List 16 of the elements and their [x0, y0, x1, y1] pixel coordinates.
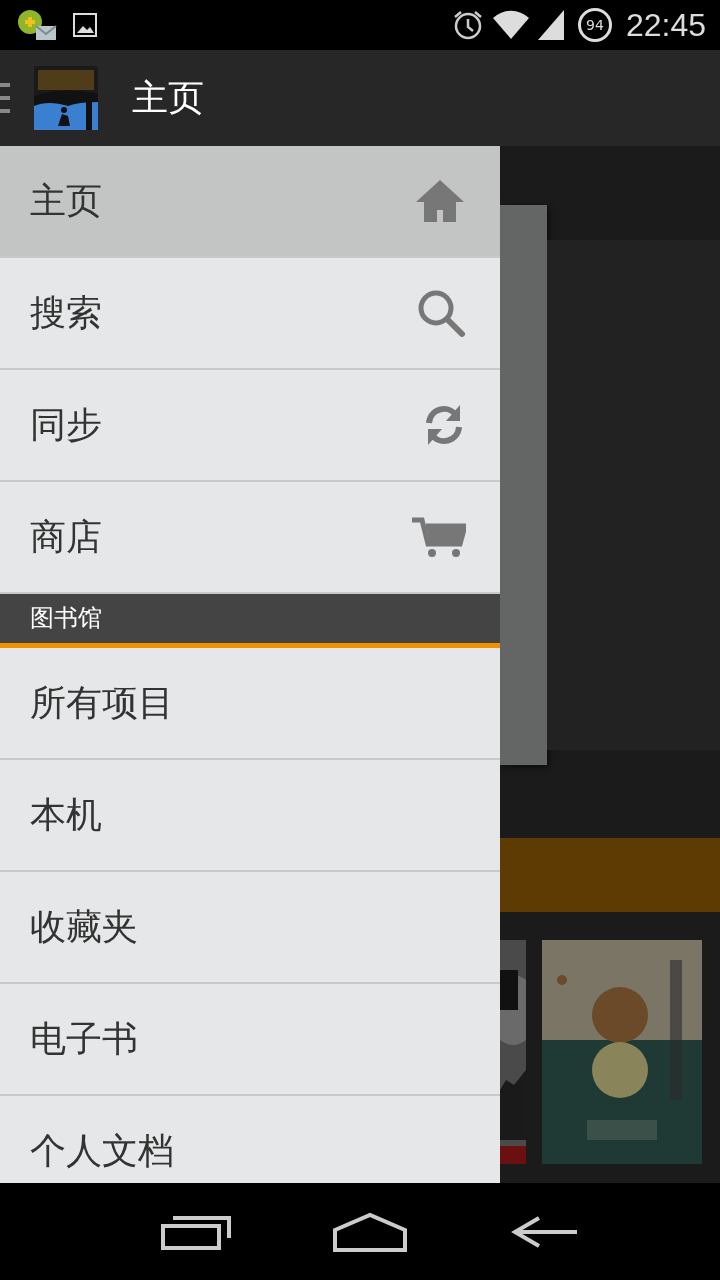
cart-icon [412, 517, 466, 557]
menu-icon[interactable] [0, 83, 10, 113]
app-bar-title: 主页 [132, 75, 204, 120]
drawer-item[interactable]: 主页 [0, 146, 500, 258]
home-icon [414, 178, 466, 224]
signal-icon [537, 10, 564, 40]
clock-time: 22:45 [625, 6, 706, 44]
search-icon [416, 288, 466, 338]
image-icon [72, 12, 98, 38]
back-icon[interactable] [509, 1214, 579, 1249]
section-header: 图书馆 [0, 594, 500, 648]
app-notification-icon [16, 8, 58, 42]
home-button-icon[interactable] [333, 1211, 407, 1252]
wifi-icon [491, 10, 530, 40]
battery-indicator: 94 [577, 8, 612, 42]
recent-apps-icon[interactable] [161, 1213, 231, 1250]
